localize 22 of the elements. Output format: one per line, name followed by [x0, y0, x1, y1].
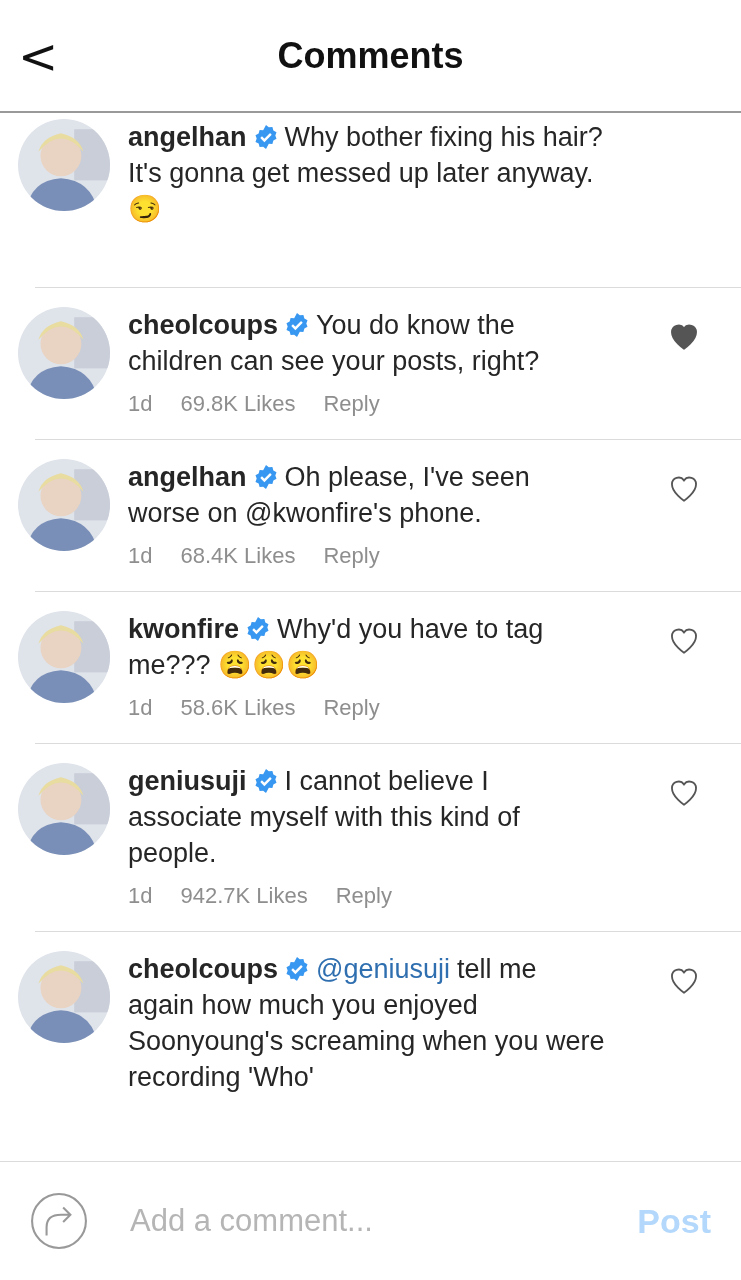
- likes-count[interactable]: 942.7K Likes: [180, 883, 308, 909]
- screen-title: Comments: [277, 34, 464, 77]
- comment-time: 1d: [128, 391, 153, 417]
- back-button[interactable]: <: [12, 28, 65, 84]
- reply-button[interactable]: Reply: [323, 543, 380, 569]
- comment-text: cheolcoups You do know the children can see your posts, right?: [128, 309, 541, 378]
- comment-time: 1d: [128, 695, 153, 721]
- likes-count[interactable]: 68.4K Likes: [180, 543, 296, 569]
- reply-button[interactable]: Reply: [335, 883, 392, 909]
- share-icon[interactable]: [30, 1192, 88, 1250]
- comment-text: geniusuji I cannot believe I associate myself with this kind of people.: [128, 765, 521, 870]
- reply-button[interactable]: Reply: [323, 391, 380, 417]
- comment-time: 1d: [128, 883, 153, 909]
- comment-text: angelhan Why bother fixing his hair? It's gonna get messed up later anyway. 😏: [128, 121, 604, 226]
- comment-time: 1d: [128, 543, 153, 569]
- mention-link[interactable]: @geniusuji: [316, 954, 451, 984]
- likes-count[interactable]: 69.8K Likes: [180, 391, 296, 417]
- comment-text: angelhan Oh please, I've seen worse on @kwonfire's phone.: [128, 461, 531, 530]
- likes-count[interactable]: 58.6K Likes: [180, 695, 296, 721]
- comment-text: kwonfire Why'd you have to tag me??? 😩😩😩: [128, 613, 545, 682]
- reply-button[interactable]: Reply: [323, 695, 380, 721]
- comment-text: cheolcoups @geniusuji tell me again how much you enjoyed Soonyoung's screaming when you were recording 'Who': [128, 953, 606, 1094]
